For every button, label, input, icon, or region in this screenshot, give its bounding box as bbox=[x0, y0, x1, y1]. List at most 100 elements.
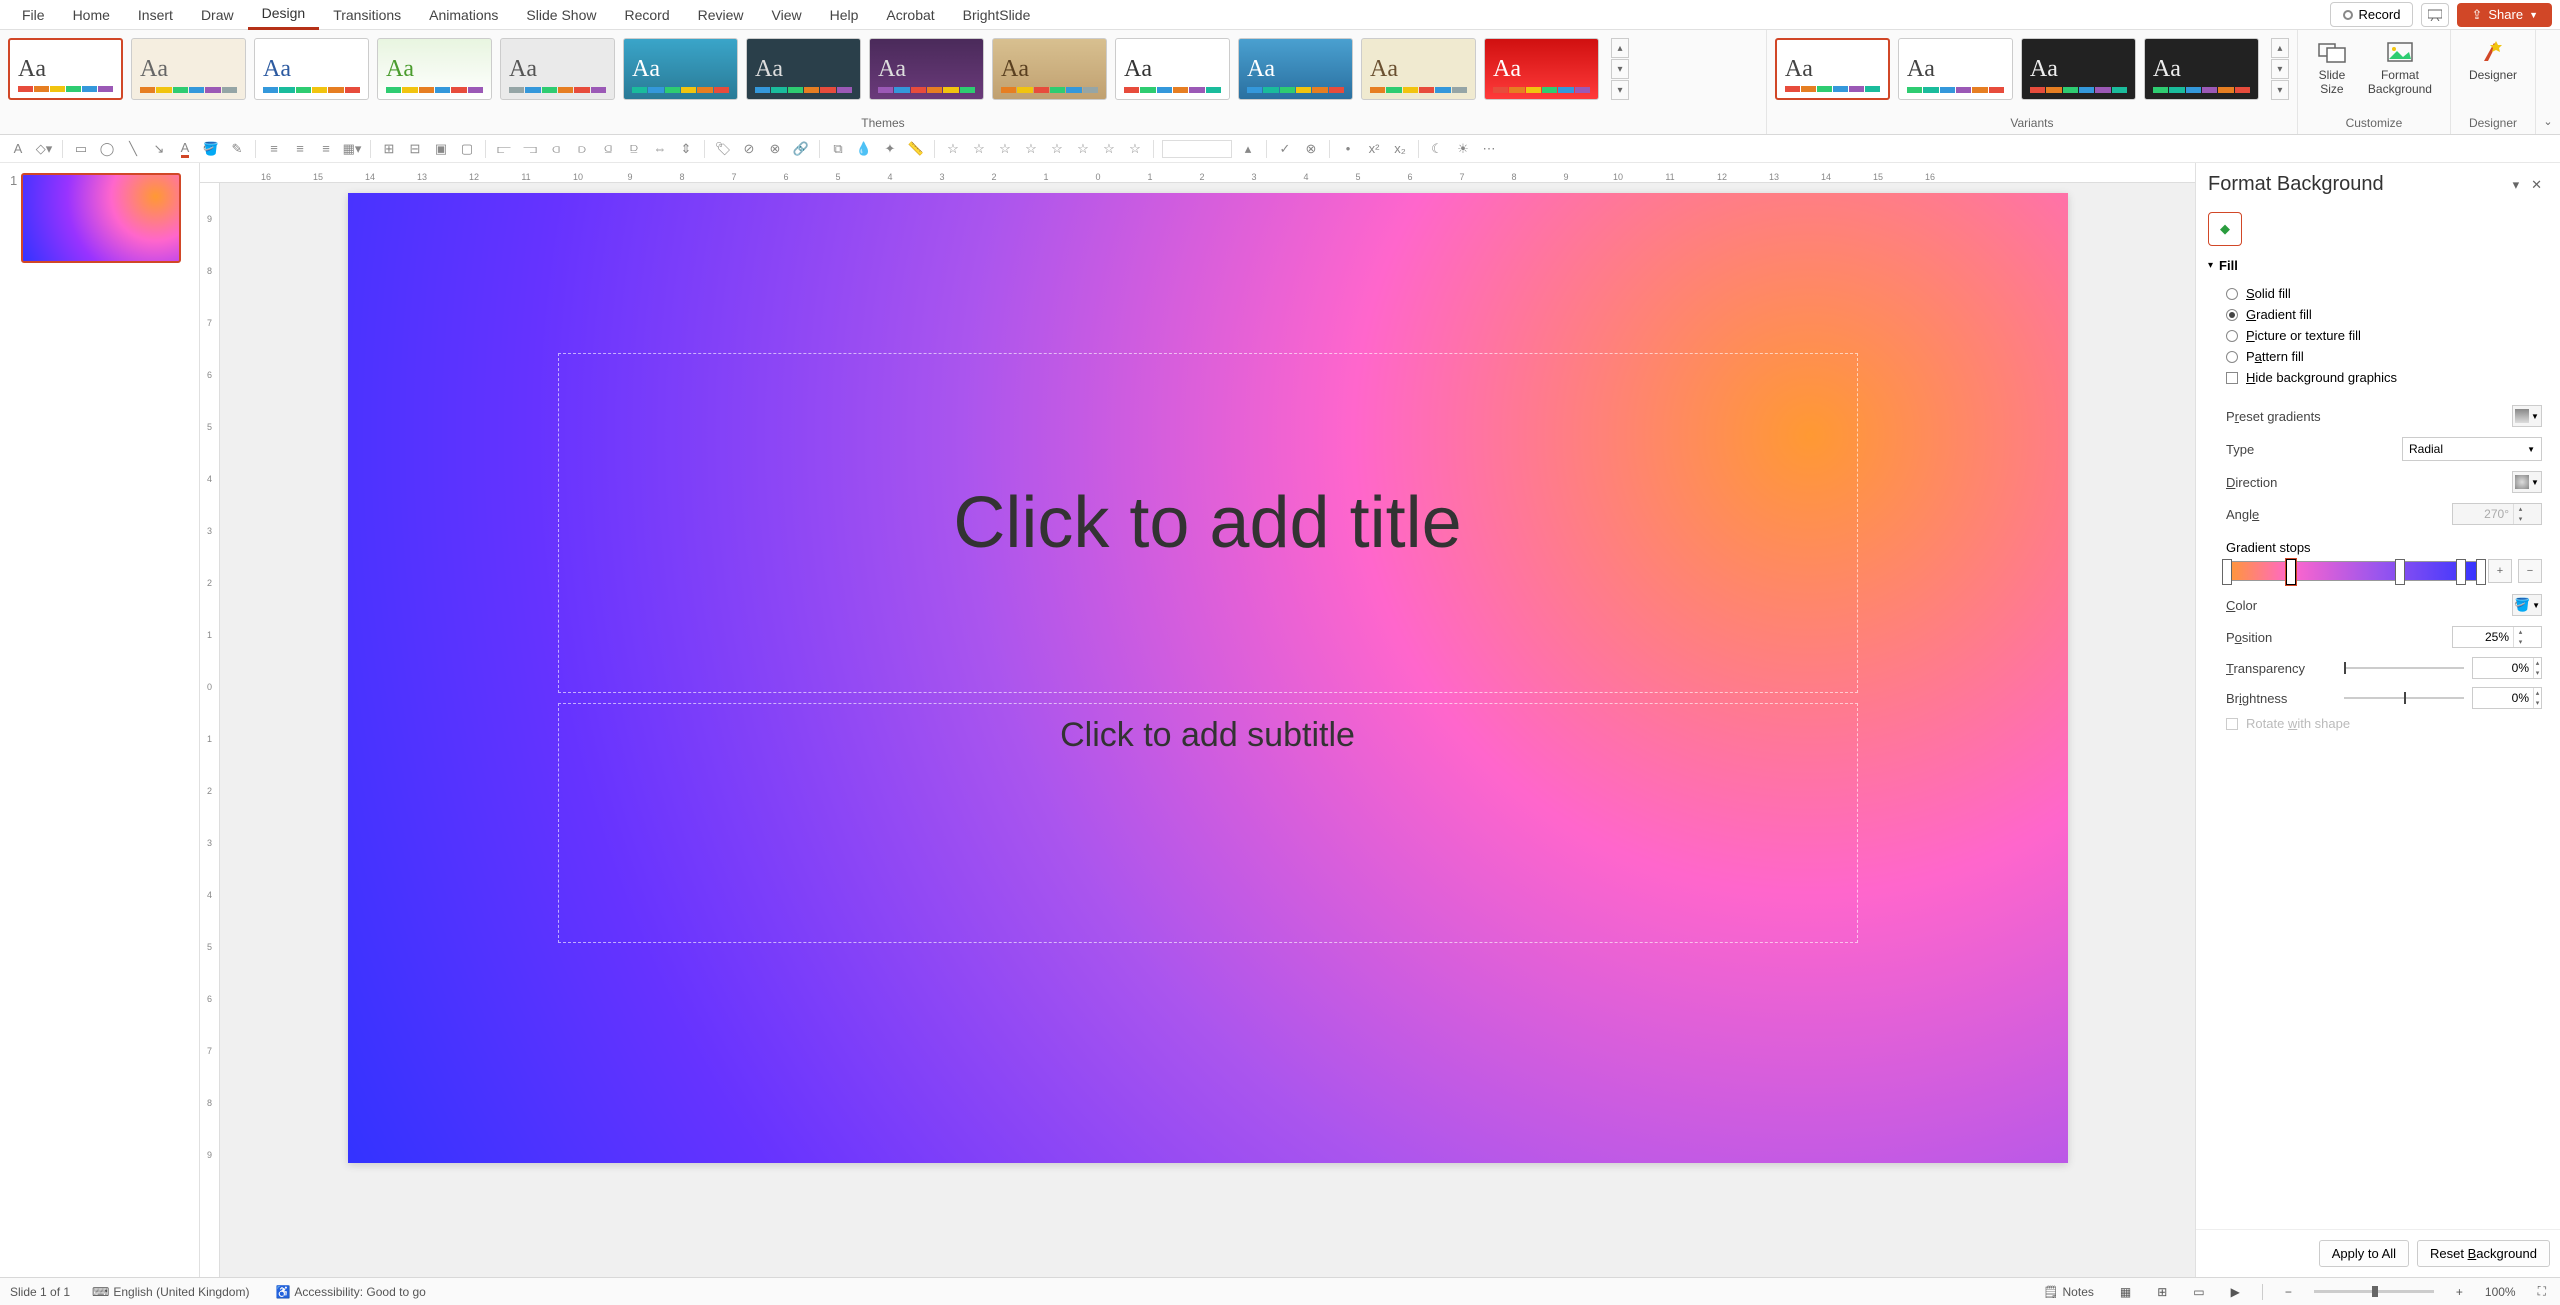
preset-gradients-dropdown[interactable]: ▼ bbox=[2512, 405, 2542, 427]
theme-office[interactable]: Aa bbox=[8, 38, 123, 100]
tab-animations[interactable]: Animations bbox=[415, 1, 512, 29]
solid-fill-radio[interactable]: Solid fill bbox=[2226, 283, 2542, 304]
theme-4[interactable]: Aa bbox=[377, 38, 492, 100]
align-objects-bottom-icon[interactable]: ⫒ bbox=[624, 139, 644, 159]
tab-brightslide[interactable]: BrightSlide bbox=[949, 1, 1045, 29]
type-dropdown[interactable]: Radial▼ bbox=[2402, 437, 2542, 461]
fill-tab-button[interactable]: ◆ bbox=[2208, 212, 2242, 246]
slide-thumbnail-1[interactable] bbox=[21, 173, 181, 263]
apply-to-all-button[interactable]: Apply to All bbox=[2319, 1240, 2409, 1267]
proof2-icon[interactable]: ⊗ bbox=[1301, 139, 1321, 159]
textbox-icon[interactable]: A bbox=[8, 139, 28, 159]
tab-transitions[interactable]: Transitions bbox=[319, 1, 415, 29]
brightness-spinner[interactable]: ▴▾ bbox=[2472, 687, 2542, 709]
align-center-icon[interactable]: ≡ bbox=[290, 139, 310, 159]
star6-icon[interactable]: ☆ bbox=[1073, 139, 1093, 159]
sorter-view-button[interactable]: ⊞ bbox=[2153, 1285, 2171, 1299]
arrow-icon[interactable]: ↘ bbox=[149, 139, 169, 159]
transparency-slider[interactable] bbox=[2344, 667, 2464, 669]
sun-icon[interactable]: ☀ bbox=[1453, 139, 1473, 159]
gradient-stops-bar[interactable] bbox=[2226, 561, 2482, 581]
reset-background-button[interactable]: Reset Background bbox=[2417, 1240, 2550, 1267]
group-icon[interactable]: ⊞ bbox=[379, 139, 399, 159]
direction-dropdown[interactable]: ▼ bbox=[2512, 471, 2542, 493]
ruler-toggle-icon[interactable]: 📏 bbox=[906, 139, 926, 159]
tab-draw[interactable]: Draw bbox=[187, 1, 248, 29]
variant-2[interactable]: Aa bbox=[1898, 38, 2013, 100]
gradient-stop-3[interactable] bbox=[2395, 559, 2405, 585]
zoom-out-button[interactable]: − bbox=[2281, 1285, 2296, 1299]
subtitle-placeholder[interactable]: Click to add subtitle bbox=[558, 703, 1858, 943]
hide-bg-graphics-checkbox[interactable]: Hide background graphics bbox=[2226, 367, 2542, 388]
align-right-icon[interactable]: ≡ bbox=[316, 139, 336, 159]
bullet-icon[interactable]: • bbox=[1338, 139, 1358, 159]
pane-close-icon[interactable]: ✕ bbox=[2525, 177, 2548, 193]
link-icon[interactable]: 🔗 bbox=[791, 139, 811, 159]
circle-tag-icon[interactable]: ⊘ bbox=[739, 139, 759, 159]
title-placeholder[interactable]: Click to add title bbox=[558, 353, 1858, 693]
slide-canvas[interactable]: Click to add title Click to add subtitle bbox=[348, 193, 2068, 1163]
theme-7[interactable]: Aa bbox=[746, 38, 861, 100]
theme-5[interactable]: Aa bbox=[500, 38, 615, 100]
gradient-stop-2[interactable] bbox=[2286, 559, 2296, 585]
designer-button[interactable]: Designer bbox=[2459, 34, 2527, 86]
reading-view-button[interactable]: ▭ bbox=[2189, 1285, 2208, 1299]
theme-11[interactable]: Aa bbox=[1238, 38, 1353, 100]
themes-scroll-up[interactable]: ▴ bbox=[1611, 38, 1629, 58]
fit-to-window-button[interactable]: ⛶ bbox=[2534, 1284, 2550, 1299]
proof1-icon[interactable]: ✓ bbox=[1275, 139, 1295, 159]
variants-more[interactable]: ▾ bbox=[2271, 80, 2289, 100]
tab-slideshow[interactable]: Slide Show bbox=[512, 1, 610, 29]
canvas-area[interactable]: Click to add title Click to add subtitle bbox=[220, 183, 2195, 1277]
zoom-slider[interactable] bbox=[2314, 1290, 2434, 1293]
theme-10[interactable]: Aa bbox=[1115, 38, 1230, 100]
format-background-button[interactable]: Format Background bbox=[2358, 34, 2442, 100]
star7-icon[interactable]: ☆ bbox=[1099, 139, 1119, 159]
moon-icon[interactable]: ☾ bbox=[1427, 139, 1447, 159]
gradient-stop-1[interactable] bbox=[2222, 559, 2232, 585]
theme-13[interactable]: Aa bbox=[1484, 38, 1599, 100]
spin-up-icon[interactable]: ▴ bbox=[1238, 139, 1258, 159]
tab-review[interactable]: Review bbox=[684, 1, 758, 29]
shape-dropdown-icon[interactable]: ◇▾ bbox=[34, 139, 54, 159]
collapse-ribbon[interactable]: ⌄ bbox=[2536, 30, 2560, 134]
star4-icon[interactable]: ☆ bbox=[1021, 139, 1041, 159]
star1-icon[interactable]: ☆ bbox=[943, 139, 963, 159]
tab-file[interactable]: File bbox=[8, 1, 59, 29]
subscript-icon[interactable]: x₂ bbox=[1390, 139, 1410, 159]
variants-scroll-up[interactable]: ▴ bbox=[2271, 38, 2289, 58]
theme-3[interactable]: Aa bbox=[254, 38, 369, 100]
slideshow-view-button[interactable]: ▶ bbox=[2227, 1285, 2244, 1299]
remove-stop-button[interactable]: − bbox=[2518, 559, 2542, 583]
align-dropdown-icon[interactable]: ▦▾ bbox=[342, 139, 362, 159]
slide-size-button[interactable]: Slide Size bbox=[2306, 34, 2358, 100]
tab-view[interactable]: View bbox=[758, 1, 816, 29]
rect-icon[interactable]: ▭ bbox=[71, 139, 91, 159]
eyedrop-icon[interactable]: 💧 bbox=[854, 139, 874, 159]
fill-color-icon[interactable]: 🪣 bbox=[201, 139, 221, 159]
align-left-icon[interactable]: ≡ bbox=[264, 139, 284, 159]
pane-options-icon[interactable]: ▾ bbox=[2507, 177, 2526, 193]
themes-more[interactable]: ▾ bbox=[1611, 80, 1629, 100]
slide-counter[interactable]: Slide 1 of 1 bbox=[10, 1285, 70, 1299]
normal-view-button[interactable]: ▦ bbox=[2116, 1285, 2135, 1299]
tag-icon[interactable]: 🏷 bbox=[713, 139, 733, 159]
tab-acrobat[interactable]: Acrobat bbox=[872, 1, 948, 29]
variant-1[interactable]: Aa bbox=[1775, 38, 1890, 100]
pattern-fill-radio[interactable]: Pattern fill bbox=[2226, 346, 2542, 367]
star3-icon[interactable]: ☆ bbox=[995, 139, 1015, 159]
tab-insert[interactable]: Insert bbox=[124, 1, 187, 29]
present-mode-button[interactable] bbox=[2421, 3, 2449, 27]
send-backward-icon[interactable]: ▢ bbox=[457, 139, 477, 159]
align-objects-middle-icon[interactable]: ⫑ bbox=[598, 139, 618, 159]
more-icon[interactable]: ⋯ bbox=[1479, 139, 1499, 159]
star8-icon[interactable]: ☆ bbox=[1125, 139, 1145, 159]
transparency-spinner[interactable]: ▴▾ bbox=[2472, 657, 2542, 679]
superscript-icon[interactable]: x² bbox=[1364, 139, 1384, 159]
no-tag-icon[interactable]: ⊗ bbox=[765, 139, 785, 159]
gradient-stop-4[interactable] bbox=[2456, 559, 2466, 585]
crop-icon[interactable]: ⧉ bbox=[828, 139, 848, 159]
line-icon[interactable]: ╲ bbox=[123, 139, 143, 159]
tab-help[interactable]: Help bbox=[816, 1, 873, 29]
picture-fill-radio[interactable]: Picture or texture fill bbox=[2226, 325, 2542, 346]
